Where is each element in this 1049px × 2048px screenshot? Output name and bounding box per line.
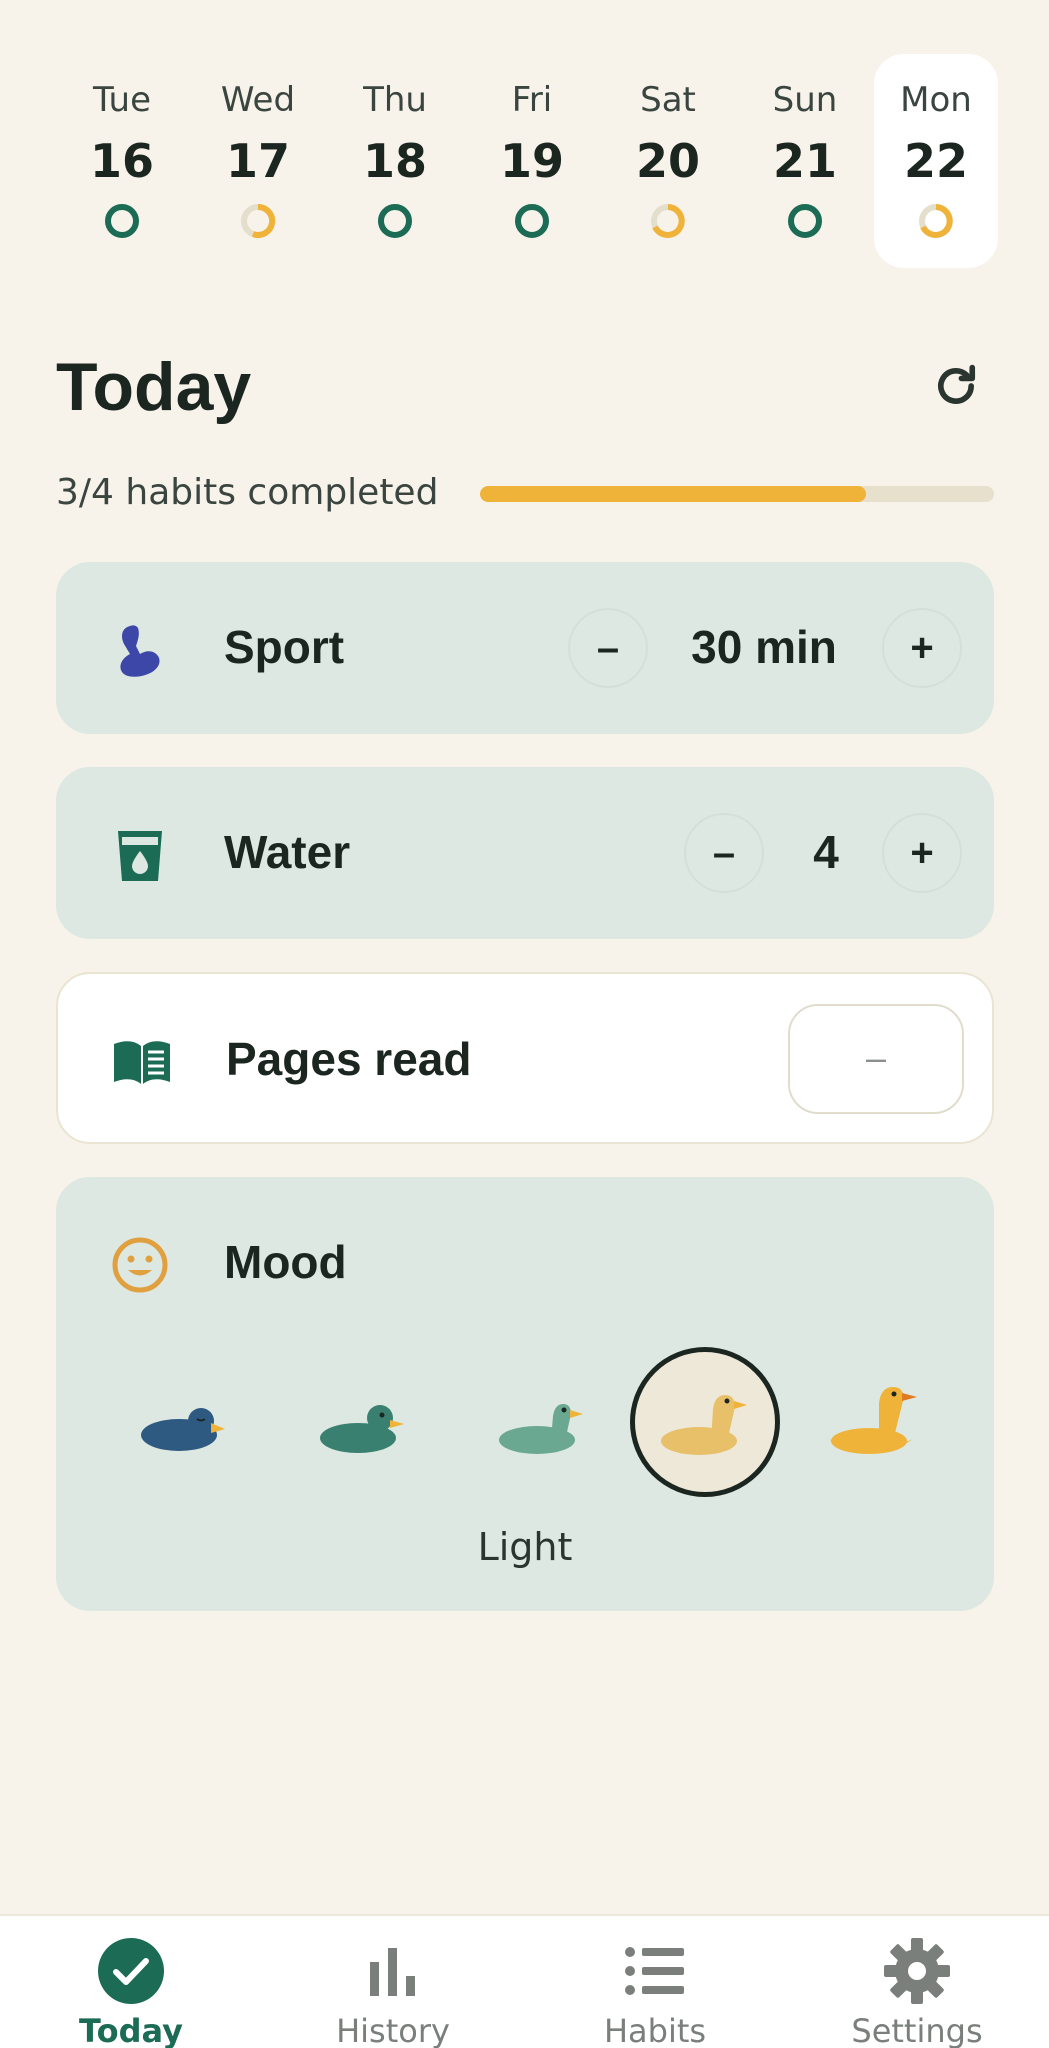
decrement-button[interactable]: – xyxy=(568,608,648,688)
habit-name: Pages read xyxy=(226,1033,472,1085)
check-circle-icon xyxy=(98,1938,164,2004)
day-status-complete-icon xyxy=(105,204,139,238)
day-name: Mon xyxy=(900,80,972,120)
day-name: Sun xyxy=(772,80,838,120)
bar-chart-icon xyxy=(370,1948,415,1996)
page-title: Today xyxy=(56,349,252,425)
day-sat[interactable]: Sat 20 xyxy=(606,54,730,268)
day-status-partial-icon xyxy=(241,203,276,238)
water-glass-icon xyxy=(118,831,162,881)
duck-icon xyxy=(829,1387,917,1454)
sleeping-duck-icon xyxy=(141,1408,225,1451)
day-number: 19 xyxy=(499,134,564,188)
nav-tab-habits[interactable]: Habits xyxy=(524,1916,786,2048)
habit-name: Mood xyxy=(224,1236,347,1288)
gear-icon xyxy=(884,1938,950,2004)
day-name: Sat xyxy=(640,80,696,120)
flexed-arm-icon xyxy=(120,625,160,677)
habit-card-water[interactable]: Water – 4 + xyxy=(56,767,994,939)
progress-bar-fill xyxy=(480,486,866,502)
habit-name: Water xyxy=(224,826,351,878)
habit-card-mood: Mood Light xyxy=(56,1177,994,1611)
day-sun[interactable]: Sun 21 xyxy=(743,54,867,268)
list-icon xyxy=(625,1947,684,1995)
day-name: Thu xyxy=(363,80,427,120)
week-strip: Tue 16 Wed 17 Thu 18 Fri 19 Sat 20 Sun 2… xyxy=(60,54,998,268)
mood-selected-label: Light xyxy=(477,1525,573,1569)
day-name: Wed xyxy=(220,80,296,120)
day-number: 16 xyxy=(89,134,154,188)
day-name: Fri xyxy=(511,80,553,120)
smiley-icon xyxy=(112,1237,168,1293)
habit-value: 4 xyxy=(813,826,839,878)
mood-option-3[interactable] xyxy=(468,1347,618,1497)
day-number: 21 xyxy=(772,134,837,188)
nav-tab-history[interactable]: History xyxy=(262,1916,524,2048)
day-thu[interactable]: Thu 18 xyxy=(333,54,457,268)
day-status-partial-icon xyxy=(919,204,953,238)
decrement-button[interactable]: – xyxy=(684,813,764,893)
day-status-partial-icon xyxy=(651,204,685,238)
habit-name: Sport xyxy=(224,621,345,673)
day-number: 17 xyxy=(225,134,290,188)
mood-option-4-selected[interactable] xyxy=(630,1347,780,1497)
mood-option-5[interactable] xyxy=(798,1347,948,1497)
day-number: 18 xyxy=(362,134,427,188)
refresh-icon[interactable] xyxy=(930,360,982,412)
mood-selector xyxy=(56,1347,994,1497)
habit-value: 30 min xyxy=(691,621,837,673)
day-status-complete-icon xyxy=(788,204,822,238)
day-status-complete-icon xyxy=(378,204,412,238)
day-tue[interactable]: Tue 16 xyxy=(60,54,184,268)
nav-label: Today xyxy=(79,2012,183,2048)
bottom-navigation: Today History Habits Settings xyxy=(0,1914,1049,2048)
day-number: 22 xyxy=(903,134,968,188)
duck-icon xyxy=(661,1395,747,1455)
pages-read-input[interactable]: – xyxy=(788,1004,964,1114)
nav-tab-settings[interactable]: Settings xyxy=(786,1916,1048,2048)
progress-bar xyxy=(480,486,994,502)
nav-label: History xyxy=(336,2012,450,2048)
day-name: Tue xyxy=(92,80,152,120)
habit-card-pages-read[interactable]: Pages read – xyxy=(56,972,994,1144)
duck-icon xyxy=(320,1405,404,1453)
nav-tab-today[interactable]: Today xyxy=(0,1916,262,2048)
day-wed[interactable]: Wed 17 xyxy=(196,54,320,268)
habit-card-sport[interactable]: Sport – 30 min + xyxy=(56,562,994,734)
increment-button[interactable]: + xyxy=(882,813,962,893)
day-fri[interactable]: Fri 19 xyxy=(470,54,594,268)
day-mon-selected[interactable]: Mon 22 xyxy=(874,54,998,268)
progress-label: 3/4 habits completed xyxy=(56,472,439,513)
day-status-complete-icon xyxy=(515,204,549,238)
mood-option-1[interactable] xyxy=(110,1347,260,1497)
duck-icon xyxy=(499,1404,583,1454)
nav-label: Habits xyxy=(603,2012,707,2048)
nav-label: Settings xyxy=(851,2012,983,2048)
mood-option-2[interactable] xyxy=(289,1347,439,1497)
increment-button[interactable]: + xyxy=(882,608,962,688)
day-number: 20 xyxy=(635,134,700,188)
open-book-icon xyxy=(114,1041,170,1084)
